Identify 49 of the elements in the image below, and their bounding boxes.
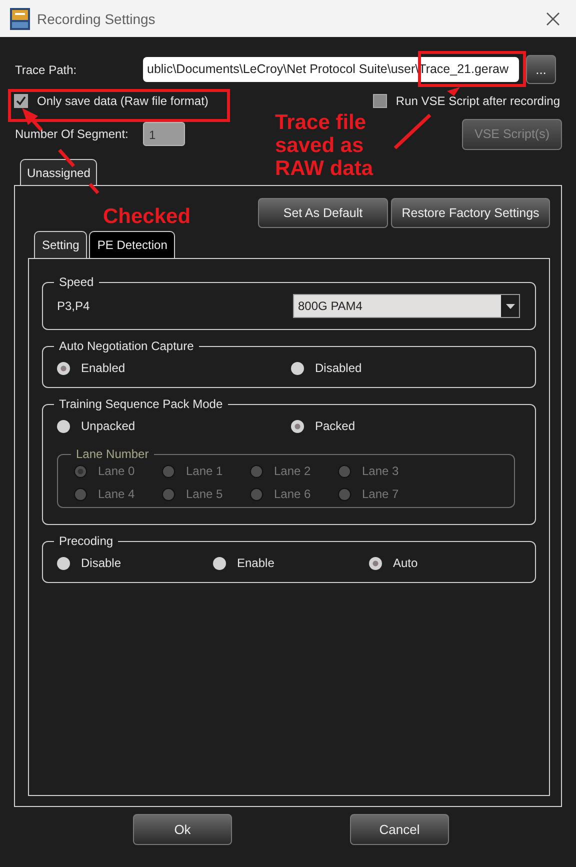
- ok-button[interactable]: Ok: [133, 814, 232, 845]
- app-icon: [10, 8, 30, 30]
- annotation-text: Checked: [103, 205, 191, 228]
- radio-label: Enable: [237, 556, 274, 570]
- close-icon[interactable]: [546, 12, 560, 26]
- caret-icon: [506, 304, 514, 308]
- checkbox-label: Only save data (Raw file format): [37, 94, 208, 108]
- window-title: Recording Settings: [37, 10, 156, 26]
- radio-label: Enabled: [81, 361, 126, 375]
- radio-button[interactable]: [369, 556, 382, 570]
- radio-label: Lane 4: [98, 487, 135, 501]
- radio-label: Lane 0: [98, 464, 135, 478]
- radio-label: Auto: [393, 556, 418, 570]
- radio-label: Lane 7: [362, 487, 399, 501]
- radio-label: Unpacked: [81, 419, 136, 433]
- radio-button[interactable]: [291, 420, 304, 432]
- tab[interactable]: PE Detection: [89, 231, 176, 258]
- radio-button[interactable]: [57, 556, 70, 570]
- radio-label: Lane 5: [186, 487, 223, 501]
- radio-label: Packed: [315, 419, 356, 433]
- set-default-button[interactable]: Set As Default: [258, 198, 388, 228]
- radio-button[interactable]: [213, 556, 226, 570]
- speed-dropdown[interactable]: 800G PAM4: [293, 294, 520, 318]
- trace-path-label: Trace Path:: [14, 62, 78, 76]
- cancel-button[interactable]: Cancel: [350, 814, 449, 845]
- radio-button[interactable]: [291, 362, 304, 374]
- group-title: Speed: [58, 275, 95, 289]
- segment-label: Number Of Segment:: [14, 127, 130, 141]
- radio-label: Disabled: [315, 361, 362, 375]
- tab[interactable]: Setting: [34, 231, 88, 258]
- group-title: Auto Negotiation Capture: [58, 339, 195, 353]
- radio-label: Lane 1: [186, 464, 223, 478]
- radio-label: Lane 2: [274, 464, 311, 478]
- radio-button[interactable]: [57, 362, 70, 374]
- radio-label: Disable: [81, 556, 122, 570]
- group-title: Lane Number: [75, 447, 150, 461]
- annotation-text: Trace file saved as RAW data: [275, 111, 374, 180]
- browse-button[interactable]: ...: [526, 55, 556, 84]
- tab[interactable]: Unassigned: [20, 159, 98, 185]
- speed-label: P3,P4: [57, 299, 91, 313]
- radio-label: Lane 6: [274, 487, 311, 501]
- radio-label: Lane 3: [362, 464, 399, 478]
- checkbox-label: Run VSE Script after recording: [396, 94, 560, 108]
- checkbox[interactable]: [372, 94, 387, 108]
- restore-button[interactable]: Restore Factory Settings: [391, 198, 550, 228]
- radio-button[interactable]: [57, 420, 70, 432]
- checkbox[interactable]: [14, 94, 28, 108]
- group-title: Precoding: [58, 534, 114, 548]
- group-title: Training Sequence Pack Mode: [58, 397, 224, 411]
